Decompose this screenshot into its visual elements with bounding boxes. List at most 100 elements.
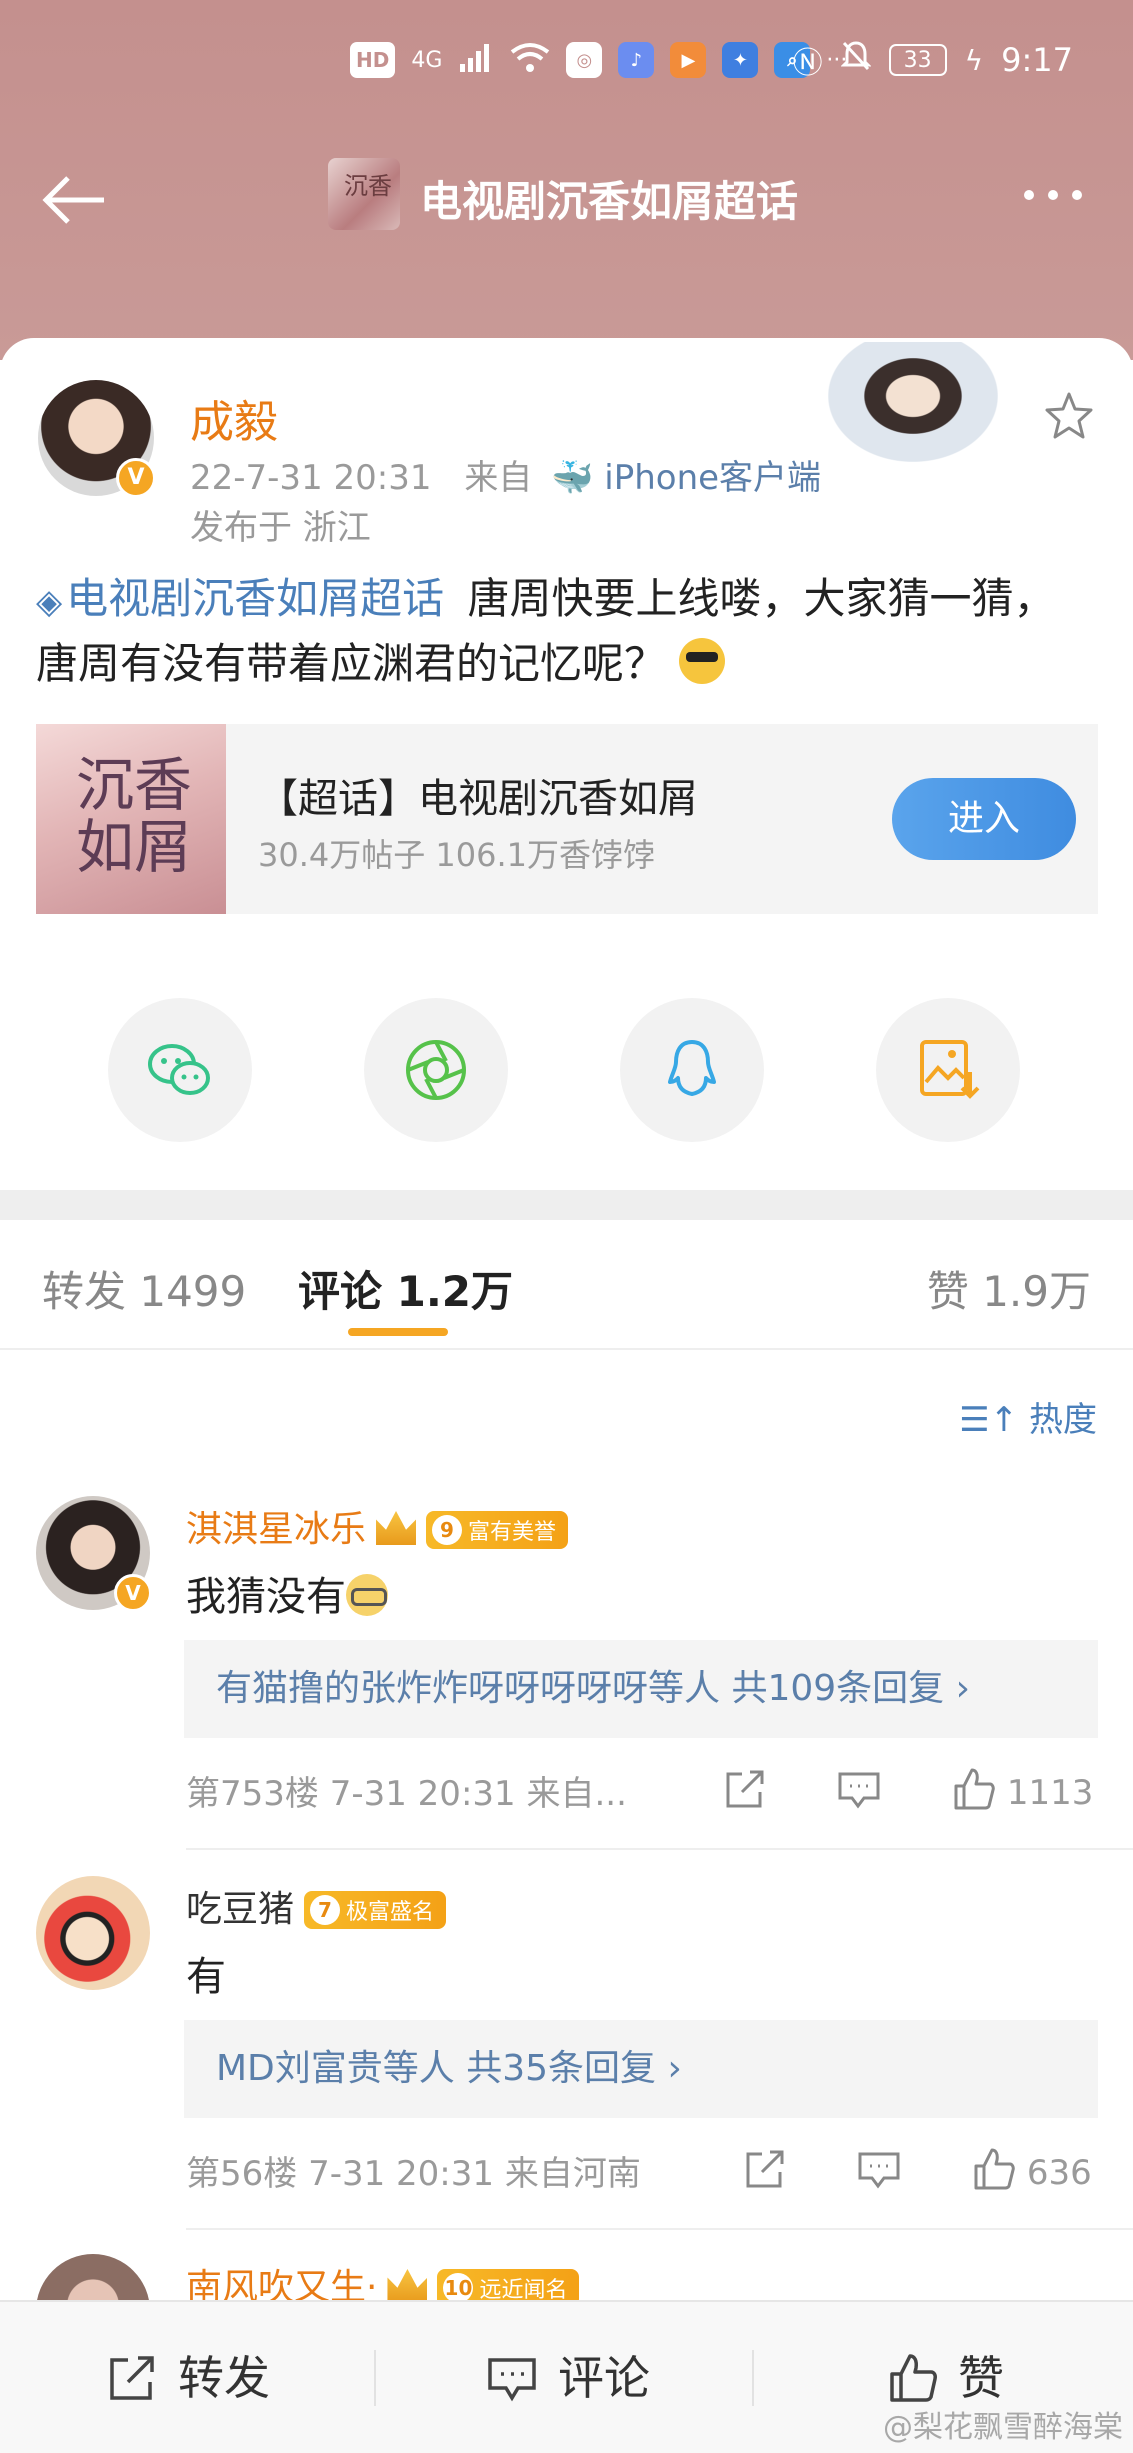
comment-icon[interactable] <box>836 1766 882 1813</box>
level-badge: 9 富有美誉 <box>426 1511 569 1549</box>
commenter-name[interactable]: 淇淇星冰乐 <box>186 1509 366 1550</box>
active-tab-indicator <box>348 1328 448 1336</box>
repost-button[interactable]: 转发 <box>106 2302 270 2453</box>
wifi-icon <box>510 42 550 78</box>
verified-badge-icon: V <box>116 458 156 498</box>
signal-icon <box>458 42 494 78</box>
commenter-name-row: 淇淇星冰乐 9 富有美誉 <box>186 1500 569 1552</box>
topic-stats: 30.4万帖子 106.1万香饽饽 <box>258 836 656 874</box>
comment-icon <box>488 2358 536 2402</box>
topic-card[interactable]: 沉香如屑 【超话】电视剧沉香如屑 30.4万帖子 106.1万香饽饽 进入 <box>36 724 1098 914</box>
sort-icon: ☰↑ <box>959 1400 1019 1440</box>
diamond-icon: ◈ <box>36 582 63 622</box>
comment-text: 我猜没有 <box>186 1564 388 1622</box>
repost-icon[interactable] <box>742 2146 788 2193</box>
tab-comment[interactable]: 评论 1.2万 <box>298 1258 513 1319</box>
thumbs-up-icon <box>890 2354 937 2402</box>
music-app-icon: ♪ <box>618 42 655 78</box>
comment-divider <box>186 2228 1133 2230</box>
level-number: 7 <box>310 1895 341 1925</box>
comment-footer: 第56楼 7-31 20:31 来自河南 636 <box>186 2146 1100 2196</box>
mute-icon <box>840 40 872 80</box>
author-avatar[interactable]: V <box>38 380 156 498</box>
back-arrow-icon[interactable] <box>40 170 110 230</box>
status-icons-right: Ⓝ 33 ϟ 9:17 <box>793 38 1073 82</box>
level-number: 9 <box>432 1515 463 1545</box>
comment-button[interactable]: 评论 <box>486 2302 650 2453</box>
comment-label: 评论 <box>558 2351 650 2405</box>
share-row <box>0 998 1133 1144</box>
lightbulb-app-icon: ✦ <box>722 42 759 78</box>
comment-icon[interactable] <box>856 2146 902 2193</box>
clock: 9:17 <box>1001 41 1073 79</box>
commenter-avatar[interactable]: V <box>36 1496 152 1612</box>
fan-badge-image[interactable] <box>828 342 998 462</box>
nfc-icon: Ⓝ <box>792 46 823 81</box>
tab-bar: 转发 1499 评论 1.2万 赞 1.9万 <box>0 1220 1133 1350</box>
status-bar: HD 4G ◎ ♪ ▶ ✦ ⌕ ··· Ⓝ 33 ϟ 9:17 <box>0 30 1133 100</box>
crown-icon <box>376 1511 417 1545</box>
nav-bar: 沉香 电视剧沉香如屑超话 <box>0 150 1133 250</box>
commenter-avatar[interactable] <box>36 1876 150 1990</box>
comment-text: 有 <box>186 1954 226 2000</box>
topic-cover-title: 沉香如屑 <box>76 751 193 881</box>
bottom-separator <box>752 2350 754 2406</box>
section-divider <box>0 1190 1133 1220</box>
level-badge: 7 极富盛名 <box>304 1891 447 1929</box>
share-wechat-button[interactable] <box>108 998 252 1142</box>
like-button[interactable]: 636 <box>970 2146 1092 2193</box>
topic-link[interactable]: 电视剧沉香如屑超话 <box>66 574 444 623</box>
more-options-icon[interactable] <box>1013 170 1093 220</box>
glasses-emoji-icon <box>346 1574 388 1616</box>
video-app-icon: ▶ <box>670 42 707 78</box>
repost-icon <box>110 2356 154 2400</box>
reply-summary[interactable]: 有猫撸的张炸炸呀呀呀呀呀等人 共109条回复 › <box>184 1640 1098 1738</box>
like-label: 赞 <box>958 2351 1004 2405</box>
topic-cover-image: 沉香如屑 <box>36 724 226 914</box>
post-from-label: 来自 <box>464 458 533 498</box>
battery-icon: 33 <box>888 44 947 76</box>
thumbs-up-icon <box>974 2148 1015 2190</box>
thumbs-up-icon <box>954 1768 995 1810</box>
wechat-icon <box>148 1044 210 1095</box>
crown-icon <box>387 2269 428 2303</box>
tab-like[interactable]: 赞 1.9万 <box>927 1258 1091 1319</box>
verified-badge-icon: V <box>114 1574 152 1612</box>
sort-button[interactable]: ☰↑ 热度 <box>959 1392 1097 1441</box>
comment-divider <box>186 1848 1133 1850</box>
tab-repost[interactable]: 转发 1499 <box>42 1258 246 1319</box>
favorite-star-icon[interactable] <box>1043 390 1095 455</box>
enter-button[interactable]: 进入 <box>892 778 1076 860</box>
repost-label: 转发 <box>178 2351 270 2405</box>
status-icons-left: HD 4G ◎ ♪ ▶ ✦ ⌕ ··· <box>350 42 847 78</box>
level-number: 10 <box>443 2273 474 2303</box>
level-text: 富有美誉 <box>468 1520 557 1545</box>
bottom-action-bar: 转发 评论 赞 @梨花飘雪醉海棠 <box>0 2300 1133 2453</box>
like-count: 1113 <box>1006 1773 1094 1813</box>
post-meta: 22-7-31 20:31 来自 🐳 iPhone客户端 <box>190 450 821 499</box>
commenter-name[interactable]: 吃豆猪 <box>186 1889 294 1930</box>
topic-name: 【超话】电视剧沉香如屑 <box>258 776 698 822</box>
post-location: 发布于 浙江 <box>190 508 371 548</box>
comment-meta: 第753楼 7-31 20:31 来自... <box>186 1774 627 1814</box>
share-moments-button[interactable] <box>364 998 508 1142</box>
reply-summary[interactable]: MD刘富贵等人 共35条回复 › <box>184 2020 1098 2118</box>
wechat-notification-icon: ◎ <box>566 42 603 78</box>
comment-text-content: 我猜没有 <box>186 1574 346 1620</box>
save-image-icon <box>920 1040 980 1099</box>
like-button[interactable]: 1113 <box>950 1766 1093 1813</box>
author-name[interactable]: 成毅 <box>190 386 278 450</box>
save-image-button[interactable] <box>876 998 1020 1142</box>
thumbnail-title-art: 沉香 <box>344 172 392 200</box>
hd-icon: HD <box>350 42 396 78</box>
repost-icon[interactable] <box>722 1766 768 1813</box>
network-label: 4G <box>411 47 443 73</box>
weibo-watermark: @梨花飘雪醉海棠 <box>883 2410 1123 2445</box>
moments-aperture-icon <box>406 1040 466 1100</box>
post-client[interactable]: iPhone客户端 <box>604 458 821 498</box>
bottom-separator <box>374 2350 376 2406</box>
whale-icon: 🐳 <box>551 458 594 498</box>
commenter-name-row: 吃豆猪 7 极富盛名 <box>186 1880 447 1932</box>
share-qq-button[interactable] <box>620 998 764 1142</box>
post-time: 22-7-31 20:31 <box>190 458 432 498</box>
